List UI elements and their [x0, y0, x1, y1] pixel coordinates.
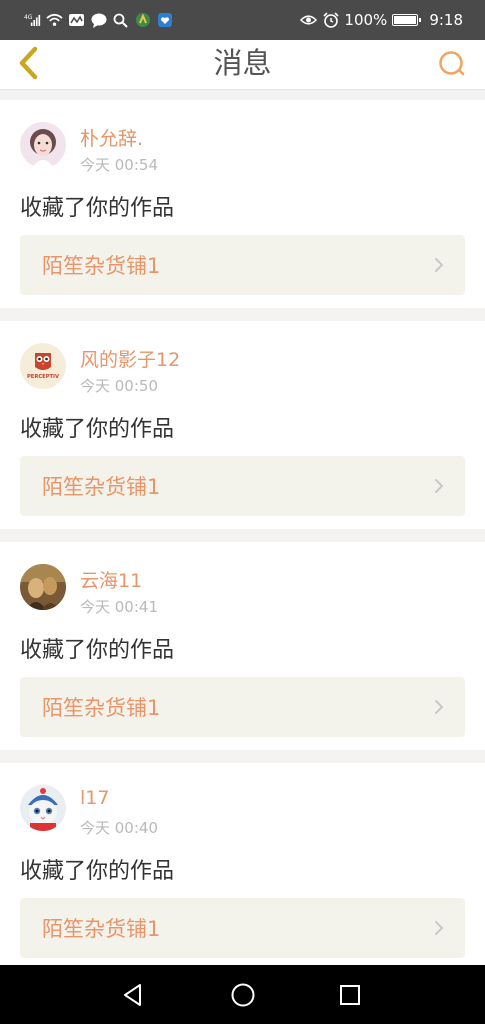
clock: 9:18 — [429, 11, 463, 29]
signal-icon: 4G — [24, 12, 41, 29]
avatar[interactable] — [20, 785, 66, 831]
message-card: 朴允辞. 今天 00:54 收藏了你的作品 陌笙杂货铺1 — [0, 100, 485, 308]
back-triangle-icon — [124, 984, 141, 1006]
search-icon — [439, 51, 465, 76]
store-link[interactable]: 陌笙杂货铺1 — [20, 456, 465, 516]
search-icon — [112, 12, 129, 29]
app-icon — [134, 12, 151, 29]
shield-icon — [156, 12, 173, 29]
store-link[interactable]: 陌笙杂货铺1 — [20, 235, 465, 295]
home-circle-icon — [231, 983, 255, 1007]
action-text: 收藏了你的作品 — [20, 859, 175, 884]
timestamp: 今天 00:40 — [80, 819, 158, 837]
battery-percent: 100% — [344, 11, 388, 29]
action-text: 收藏了你的作品 — [20, 638, 175, 663]
status-bar-right: 100% 9:18 — [300, 11, 463, 29]
action-text: 收藏了你的作品 — [20, 417, 175, 442]
status-bar: 4G 100% 9:18 — [0, 0, 485, 40]
timestamp: 今天 00:41 — [80, 598, 158, 616]
back-button[interactable] — [8, 43, 48, 83]
store-name: 陌笙杂货铺1 — [42, 254, 161, 278]
page-title: 消息 — [213, 46, 272, 80]
message-list: 朴允辞. 今天 00:54 收藏了你的作品 陌笙杂货铺1 PERCEPTIV 风… — [0, 90, 485, 984]
chevron-right-icon — [435, 258, 444, 272]
username[interactable]: l17 — [80, 787, 109, 809]
activity-icon — [68, 12, 85, 29]
message-card: l17 今天 00:40 收藏了你的作品 陌笙杂货铺1 — [0, 763, 485, 971]
svg-text:PERCEPTIV: PERCEPTIV — [27, 374, 59, 380]
message-card: PERCEPTIV 风的影子12 今天 00:50 收藏了你的作品 陌笙杂货铺1 — [0, 321, 485, 529]
store-name: 陌笙杂货铺1 — [42, 917, 161, 941]
wifi-icon — [46, 12, 63, 29]
nav-back-button[interactable] — [118, 980, 148, 1010]
chevron-right-icon — [435, 479, 444, 493]
avatar[interactable] — [20, 564, 66, 610]
battery-icon — [392, 14, 422, 26]
timestamp: 今天 00:50 — [80, 377, 158, 395]
username[interactable]: 风的影子12 — [80, 345, 180, 372]
store-name: 陌笙杂货铺1 — [42, 475, 161, 499]
store-link[interactable]: 陌笙杂货铺1 — [20, 898, 465, 958]
avatar[interactable]: PERCEPTIV — [20, 343, 66, 389]
action-text: 收藏了你的作品 — [20, 196, 175, 221]
username[interactable]: 云海11 — [80, 566, 142, 593]
store-link[interactable]: 陌笙杂货铺1 — [20, 677, 465, 737]
store-name: 陌笙杂货铺1 — [42, 696, 161, 720]
chevron-right-icon — [435, 700, 444, 714]
navigation-bar — [0, 965, 485, 1024]
avatar[interactable] — [20, 122, 66, 168]
nav-recents-button[interactable] — [335, 980, 365, 1010]
chevron-right-icon — [435, 921, 444, 935]
recents-square-icon — [340, 985, 360, 1005]
chat-icon — [90, 12, 107, 29]
svg-text:4G: 4G — [24, 14, 33, 21]
alarm-icon — [322, 12, 339, 29]
username[interactable]: 朴允辞. — [80, 124, 143, 151]
search-button[interactable] — [433, 45, 471, 83]
eye-icon — [300, 12, 318, 29]
status-bar-left: 4G — [24, 12, 173, 29]
message-card: 云海11 今天 00:41 收藏了你的作品 陌笙杂货铺1 — [0, 542, 485, 750]
header-bar: 消息 — [0, 40, 485, 90]
nav-home-button[interactable] — [228, 980, 258, 1010]
timestamp: 今天 00:54 — [80, 156, 158, 174]
chevron-left-icon — [19, 46, 38, 80]
